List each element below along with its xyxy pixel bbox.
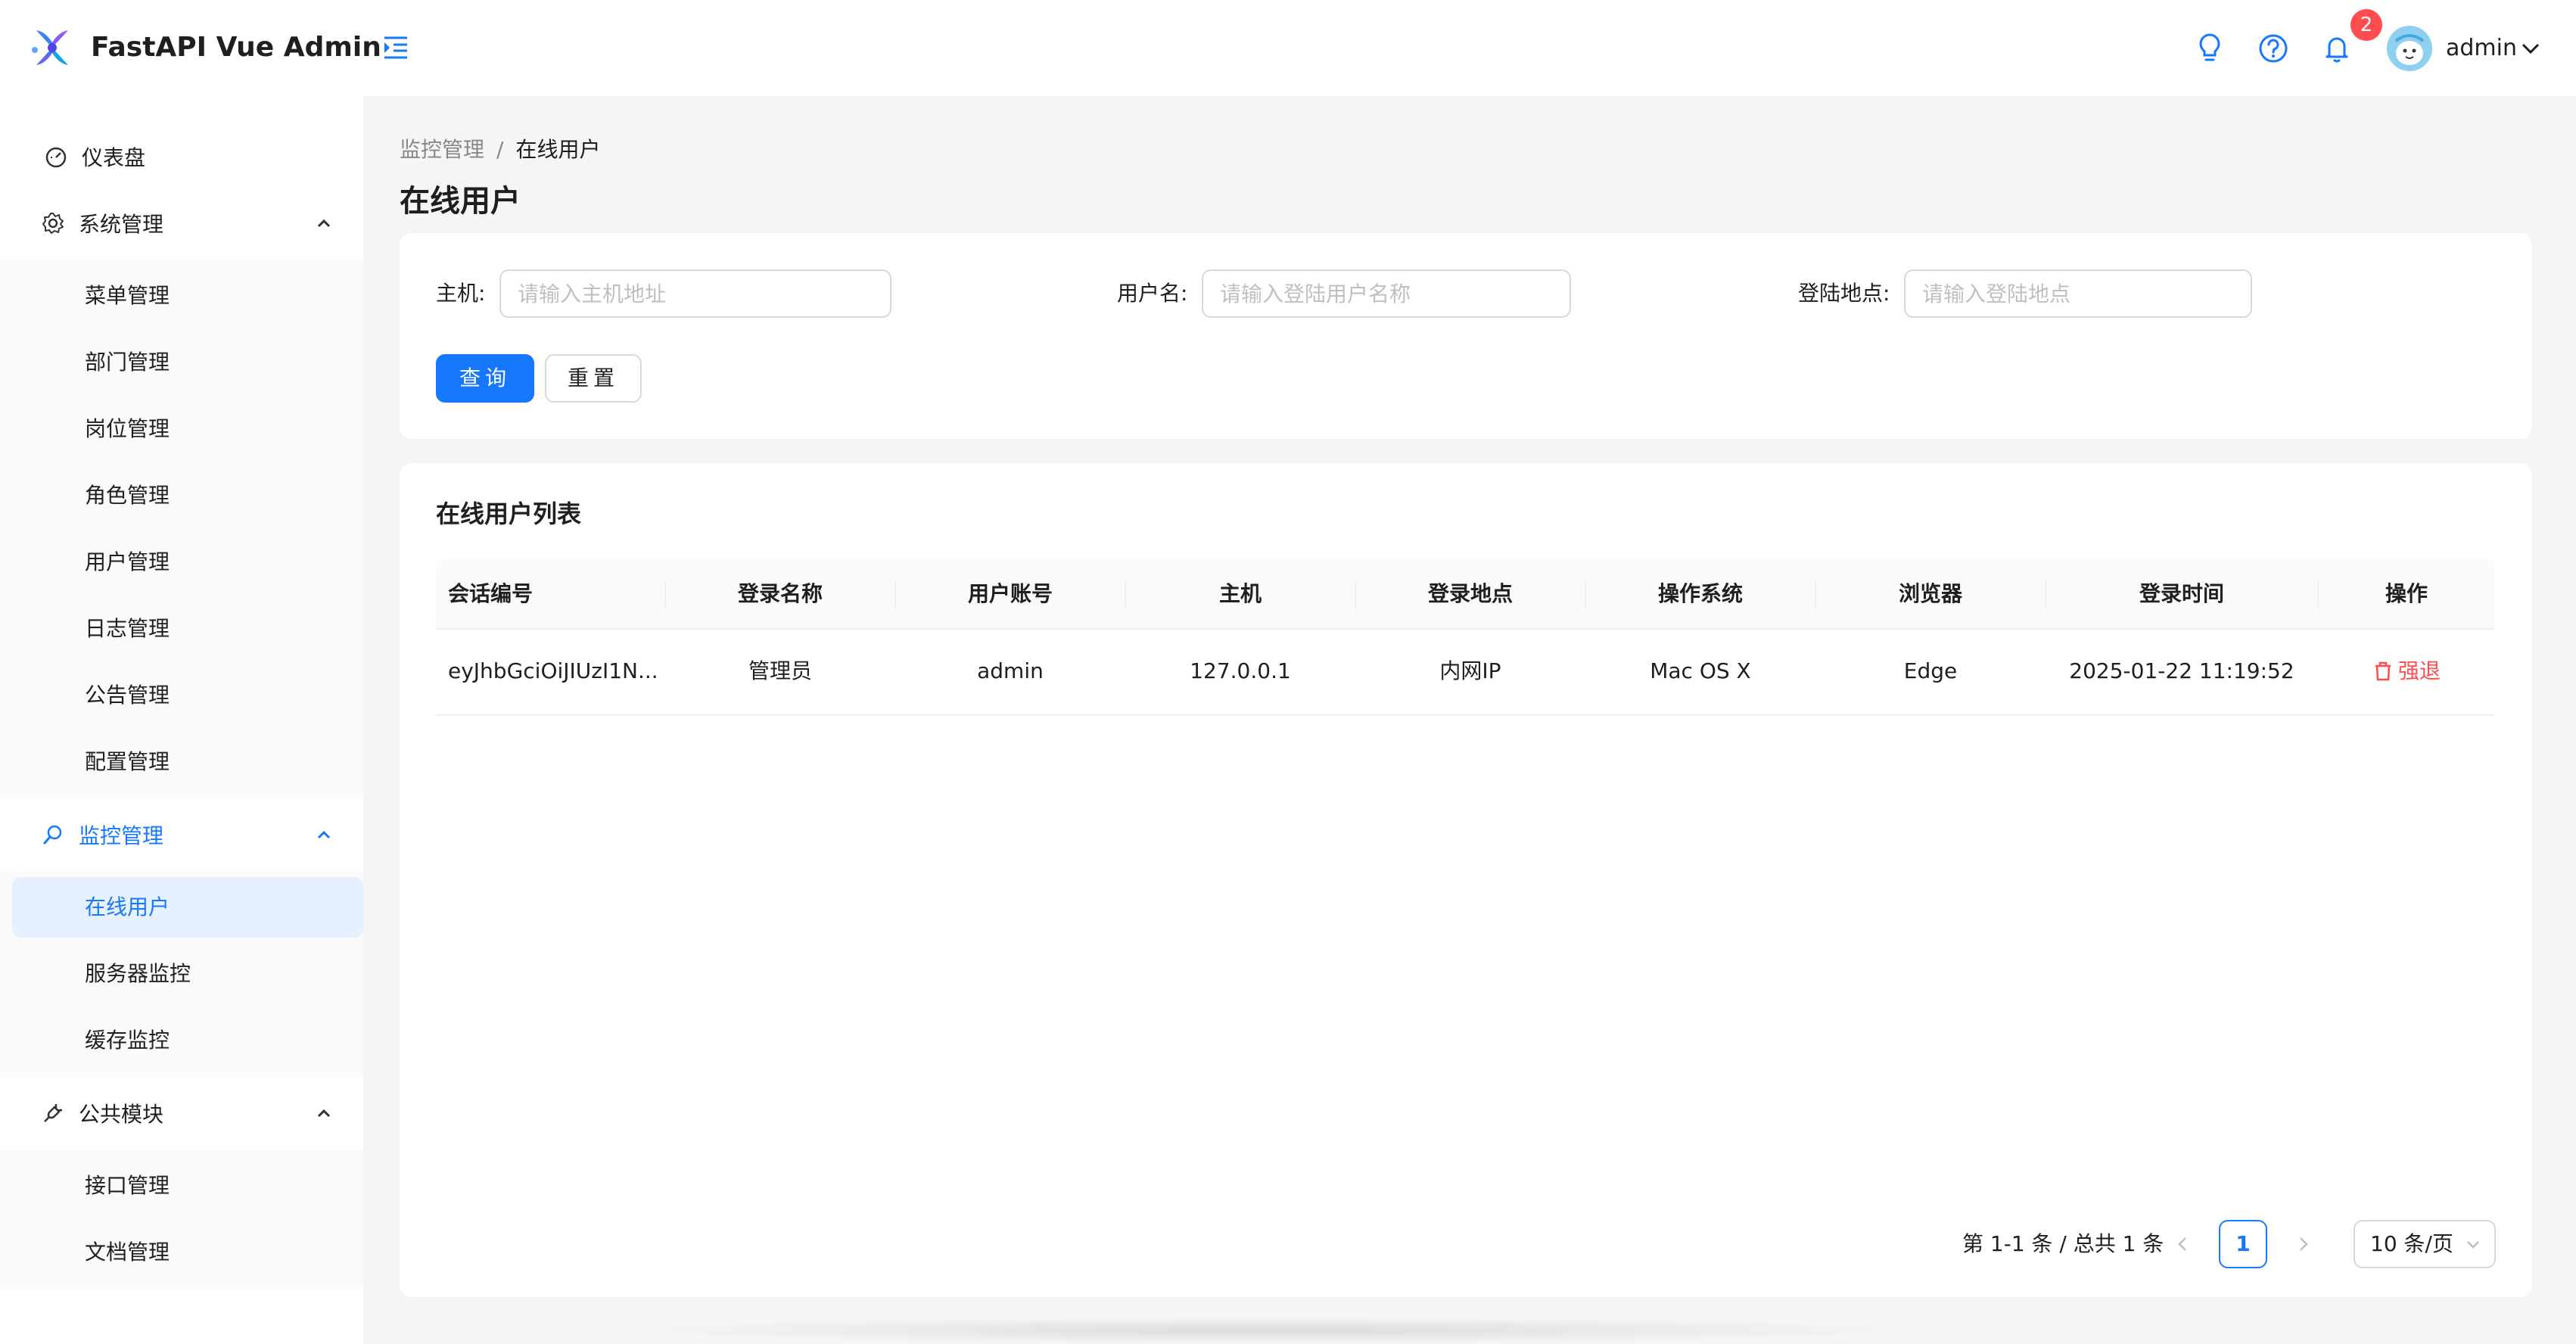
username-input[interactable]: [1202, 269, 1571, 318]
cell-session-id: eyJhbGciOiJIUzI1N...: [448, 658, 658, 683]
force-logout-button[interactable]: 强退: [2319, 628, 2494, 714]
column-header-login-name: 登录名称: [737, 581, 823, 606]
column-header-account: 用户账号: [967, 581, 1053, 606]
location-input[interactable]: [1904, 269, 2252, 318]
dashboard-icon: [45, 147, 67, 168]
search-form-card: 主机: 用户名: 登陆地点: 查询 重置: [400, 233, 2532, 439]
sidebar-item-dashboard[interactable]: 仪表盘: [12, 126, 363, 187]
pagination-total: 第 1-1 条 / 总共 1 条: [1962, 1231, 2164, 1256]
page-size-select[interactable]: 10 条/页: [2354, 1220, 2496, 1268]
delete-icon: [2375, 661, 2391, 681]
force-logout-label: 强退: [2397, 658, 2441, 683]
sidebar-group-public[interactable]: 公共模块: [12, 1083, 363, 1143]
sidebar-item-docs[interactable]: 文档管理: [12, 1222, 363, 1283]
app-title: FastAPI Vue Admin: [91, 32, 381, 63]
column-header-login-time: 登录时间: [2139, 581, 2224, 606]
avatar[interactable]: [2387, 26, 2432, 71]
menu-collapse-icon[interactable]: [381, 33, 410, 62]
sidebar-item-api[interactable]: 接口管理: [12, 1156, 363, 1216]
table-header: 会话编号 登录名称 用户账号 主机 登录地点 操作系统 浏览器 登录时间 操作: [436, 560, 2494, 630]
sidebar-item-label: 仪表盘: [82, 145, 146, 170]
table-row: eyJhbGciOiJIUzI1N... 管理员 admin 127.0.0.1…: [436, 628, 2494, 716]
host-label: 主机:: [436, 281, 486, 306]
sidebar-item-menu[interactable]: 菜单管理: [12, 266, 363, 326]
chevron-left-icon[interactable]: [2170, 1232, 2195, 1256]
sidebar-item-server-monitor[interactable]: 服务器监控: [12, 944, 363, 1004]
chevron-up-icon: [317, 830, 331, 839]
sidebar-group-system[interactable]: 系统管理: [12, 193, 363, 254]
column-header-action: 操作: [2385, 581, 2428, 606]
sidebar: 仪表盘 系统管理 菜单管理 部门管理 岗位管理 角色管理 用户管理 日志管理 公…: [0, 96, 363, 1344]
chevron-down-icon: [2467, 1241, 2479, 1249]
chevron-up-icon: [317, 1109, 331, 1118]
online-users-table-card: 在线用户列表 会话编号 登录名称 用户账号 主机 登录地点 操作系统 浏览器 登…: [400, 463, 2532, 1297]
page-size-value: 10 条/页: [2370, 1231, 2453, 1256]
notification-bell-icon[interactable]: [2320, 32, 2354, 65]
column-header-os: 操作系统: [1657, 581, 1743, 606]
sidebar-item-post[interactable]: 岗位管理: [12, 399, 363, 459]
sidebar-group-label: 监控管理: [79, 823, 164, 848]
pagination-page-1[interactable]: 1: [2219, 1220, 2267, 1268]
cell-host: 127.0.0.1: [1190, 658, 1291, 683]
breadcrumb-separator: /: [496, 137, 504, 162]
query-button[interactable]: 查询: [436, 354, 534, 403]
sidebar-item-dept[interactable]: 部门管理: [12, 332, 363, 393]
avatar-face-icon: [2387, 26, 2432, 71]
column-header-session-id: 会话编号: [448, 581, 534, 606]
sidebar-item-online-users[interactable]: 在线用户: [12, 877, 363, 938]
sidebar-group-label: 系统管理: [79, 212, 164, 237]
monitor-search-icon: [43, 825, 62, 845]
cell-login-name: 管理员: [748, 658, 812, 683]
location-label: 登陆地点:: [1798, 281, 1890, 306]
cell-login-time: 2025-01-22 11:19:52: [2069, 658, 2294, 683]
cell-browser: Edge: [1903, 658, 1958, 683]
sidebar-item-log[interactable]: 日志管理: [12, 599, 363, 659]
sidebar-group-label: 公共模块: [79, 1102, 164, 1127]
reset-button[interactable]: 重置: [545, 354, 642, 403]
column-header-location: 登录地点: [1427, 581, 1513, 606]
cell-location: 内网IP: [1439, 658, 1501, 683]
top-header: FastAPI Vue Admin 2 admin: [0, 0, 2576, 96]
chevron-down-icon[interactable]: [2520, 38, 2541, 59]
sidebar-item-cache-monitor[interactable]: 缓存监控: [12, 1010, 363, 1071]
host-input[interactable]: [499, 269, 891, 318]
sidebar-group-monitor[interactable]: 监控管理: [12, 804, 363, 865]
chevron-up-icon: [317, 219, 331, 228]
bottom-shadow: [621, 1317, 1922, 1344]
help-icon[interactable]: [2257, 32, 2290, 65]
sidebar-item-notice[interactable]: 公告管理: [12, 665, 363, 726]
sidebar-item-user[interactable]: 用户管理: [12, 532, 363, 593]
sidebar-item-role[interactable]: 角色管理: [12, 465, 363, 526]
column-header-browser: 浏览器: [1898, 581, 1962, 606]
breadcrumb-current: 在线用户: [515, 137, 601, 162]
chevron-right-icon[interactable]: [2291, 1232, 2316, 1256]
logo-icon: [32, 30, 68, 65]
gear-icon: [42, 213, 64, 234]
cell-os: Mac OS X: [1650, 658, 1751, 683]
cell-account: admin: [977, 658, 1044, 683]
lightbulb-icon[interactable]: [2193, 32, 2226, 65]
table-title: 在线用户列表: [436, 499, 582, 528]
column-header-host: 主机: [1218, 581, 1262, 606]
plug-icon: [44, 1104, 62, 1122]
notification-badge: 2: [2350, 9, 2382, 41]
sidebar-item-config[interactable]: 配置管理: [12, 732, 363, 792]
username-label: 用户名:: [1117, 281, 1188, 306]
page-title: 在线用户: [400, 184, 521, 219]
breadcrumb-parent[interactable]: 监控管理: [400, 137, 484, 162]
user-name[interactable]: admin: [2446, 30, 2517, 67]
breadcrumb: 监控管理 / 在线用户: [400, 135, 600, 165]
